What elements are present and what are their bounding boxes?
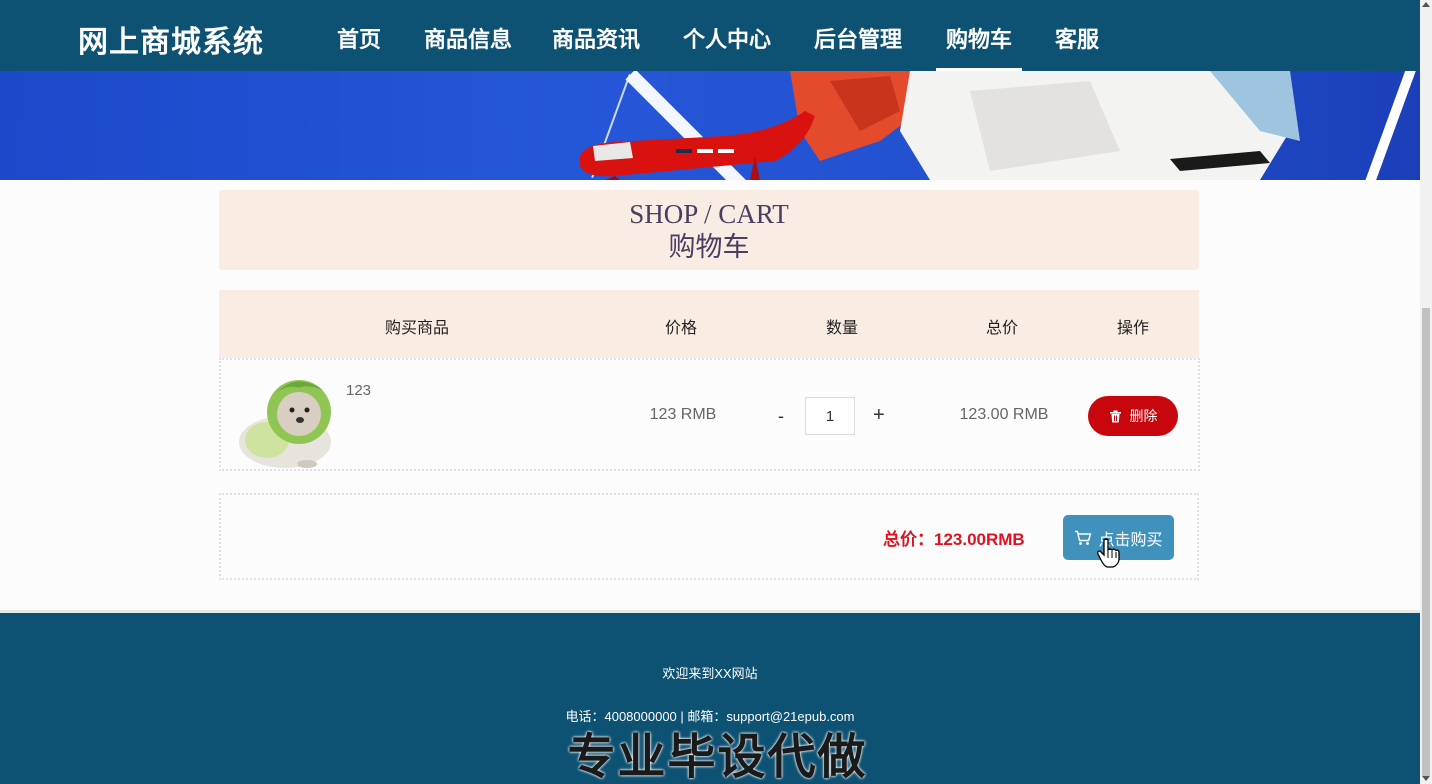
quantity-decrease-button[interactable]: - xyxy=(778,406,784,427)
cart-item-row: 123 123 RMB - + 123.00 RMB 删除 xyxy=(219,358,1200,471)
nav-item-profile[interactable]: 个人中心 xyxy=(683,22,771,71)
delete-button-label: 删除 xyxy=(1129,408,1158,424)
item-subtotal: 123.00 RMB xyxy=(959,406,1049,423)
page-title-cn: 购物车 xyxy=(668,232,750,262)
carousel-dot[interactable] xyxy=(697,149,713,153)
footer-welcome: 欢迎来到XX网站 xyxy=(662,666,758,681)
column-header-price: 价格 xyxy=(664,320,698,337)
column-header-quantity: 数量 xyxy=(825,320,859,337)
product-name[interactable]: 123 xyxy=(346,382,371,399)
site-footer: 欢迎来到XX网站 电话：4008000000 | 邮箱：support@21ep… xyxy=(0,610,1420,784)
column-header-actions: 操作 xyxy=(1116,320,1150,337)
carousel-indicators xyxy=(676,149,734,153)
scroll-down-arrow-icon[interactable] xyxy=(1422,776,1430,781)
watermark-text: 专业毕设代做 xyxy=(567,731,868,784)
trash-icon xyxy=(1109,410,1121,422)
top-navbar: 网上商城系统 首页 商品信息 商品资讯 个人中心 后台管理 购物车 客服 xyxy=(0,0,1420,71)
quantity-increase-button[interactable]: + xyxy=(873,404,885,427)
nav-item-home[interactable]: 首页 xyxy=(337,22,381,71)
item-price: 123 RMB xyxy=(649,406,717,423)
banner-shoe-image xyxy=(580,111,815,180)
cart-table-header: 购买商品 价格 数量 总价 操作 xyxy=(219,290,1199,358)
column-header-product: 购买商品 xyxy=(384,320,450,337)
delete-item-button[interactable]: 删除 xyxy=(1088,396,1178,436)
site-brand[interactable]: 网上商城系统 xyxy=(78,17,264,61)
product-image[interactable] xyxy=(237,372,339,470)
nav-item-news[interactable]: 商品资讯 xyxy=(552,22,640,71)
nav-item-cart[interactable]: 购物车 xyxy=(935,22,1023,71)
cart-icon xyxy=(1075,530,1092,545)
nav-item-admin[interactable]: 后台管理 xyxy=(814,22,902,71)
page-scrollbar[interactable] xyxy=(1420,0,1432,784)
scrollbar-thumb[interactable] xyxy=(1422,308,1430,776)
banner-decoration xyxy=(1352,71,1418,180)
column-header-subtotal: 总价 xyxy=(985,320,1019,337)
banner-model-image xyxy=(790,71,1300,180)
page-title-en: SHOP / CART xyxy=(629,199,789,229)
nav-item-products[interactable]: 商品信息 xyxy=(424,22,512,71)
page-title-panel: SHOP / CART 购物车 xyxy=(219,190,1199,270)
banner-carousel[interactable] xyxy=(0,71,1420,180)
cart-total-row: 总价：123.00RMB 点击购买 xyxy=(219,493,1199,580)
cart-total: 总价：123.00RMB xyxy=(883,530,1025,549)
carousel-dot[interactable] xyxy=(718,149,734,153)
nav-item-service[interactable]: 客服 xyxy=(1055,22,1099,71)
quantity-input[interactable] xyxy=(805,397,855,435)
hand-pointer-icon xyxy=(1097,538,1120,568)
carousel-dot[interactable] xyxy=(676,149,692,153)
scroll-up-arrow-icon[interactable] xyxy=(1422,2,1430,7)
